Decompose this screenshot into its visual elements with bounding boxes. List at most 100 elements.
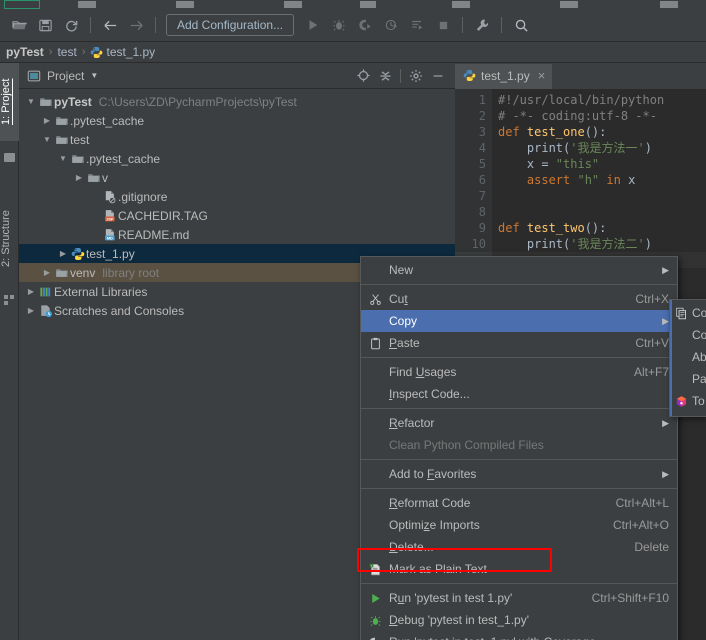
- tree-item-label: test: [70, 132, 90, 147]
- menubar-item-refactor[interactable]: [360, 1, 376, 8]
- tree-item-test[interactable]: ▼ test: [19, 130, 455, 149]
- menu-item-paste[interactable]: Paste Ctrl+V: [361, 332, 677, 354]
- code-line: #!/usr/local/bin/python: [498, 93, 665, 107]
- menu-item-label: Paste: [389, 336, 420, 350]
- menubar-item-file[interactable]: [4, 0, 40, 9]
- expand-arrow-right-icon[interactable]: ▶: [57, 244, 69, 263]
- sidebar-item-structure[interactable]: 2: Structure: [0, 193, 19, 285]
- menu-item-find-usages[interactable]: Find Usages Alt+F7: [361, 361, 677, 383]
- debug-icon[interactable]: [326, 12, 352, 38]
- cut-icon: [361, 288, 389, 310]
- breadcrumb-item-2[interactable]: test_1.py: [106, 45, 155, 59]
- menubar-item-help[interactable]: [660, 1, 678, 8]
- expand-arrow-right-icon[interactable]: ▶: [73, 168, 85, 187]
- submenu-label: Co: [692, 306, 706, 320]
- settings-wrench-icon[interactable]: [469, 12, 495, 38]
- add-configuration-button[interactable]: Add Configuration...: [166, 14, 295, 36]
- code-line: def test_one():: [498, 125, 607, 139]
- expand-arrow-right-icon[interactable]: ▶: [25, 301, 37, 320]
- submenu-arrow-icon: ▶: [662, 417, 669, 428]
- rerun-tests-icon[interactable]: [404, 12, 430, 38]
- menu-item-label: Delete...: [389, 540, 434, 554]
- menu-separator: [361, 488, 677, 489]
- tool-window-label-project: 1: Project: [0, 78, 12, 126]
- menu-item-inspect-code[interactable]: Inspect Code...: [361, 383, 677, 405]
- submenu-item-copy-path[interactable]: Co: [670, 324, 706, 346]
- menu-item-copy[interactable]: Copy ▶: [361, 310, 677, 332]
- submenu-item-absolute-path[interactable]: Ab: [670, 346, 706, 368]
- plain-text-icon: x: [361, 558, 389, 580]
- menu-item-label: Cut: [389, 292, 408, 306]
- menu-item-new[interactable]: New ▶: [361, 259, 677, 281]
- tree-item-cachedir-tag[interactable]: JSP CACHEDIR.TAG: [19, 206, 455, 225]
- submenu-item-path-from-root[interactable]: Pa: [670, 368, 706, 390]
- submenu-arrow-icon: ▶: [662, 264, 669, 275]
- expand-arrow-right-icon[interactable]: ▶: [41, 111, 53, 130]
- menu-item-optimize-imports[interactable]: Optimize Imports Ctrl+Alt+O: [361, 514, 677, 536]
- tree-item-readme-md[interactable]: MD README.md: [19, 225, 455, 244]
- line-number: 9: [478, 221, 486, 235]
- breadcrumb-item-0[interactable]: pyTest: [6, 45, 44, 59]
- run-icon[interactable]: [300, 12, 326, 38]
- run-with-coverage-icon[interactable]: [352, 12, 378, 38]
- expand-arrow-right-icon[interactable]: ▶: [25, 282, 37, 301]
- context-menu[interactable]: New ▶ Cut Ctrl+X Copy ▶ Paste Ctrl+V Find Usages…: [360, 256, 678, 640]
- project-window-icon: [27, 69, 41, 83]
- menubar-item-tools[interactable]: [560, 1, 578, 8]
- open-folder-icon[interactable]: [6, 12, 32, 38]
- tree-item--gitignore[interactable]: .gitignore: [19, 187, 455, 206]
- tree-item-label: External Libraries: [54, 284, 148, 299]
- menu-icon-placeholder: [361, 412, 389, 434]
- submenu-item-copy-reference[interactable]: Co: [670, 302, 706, 324]
- tree-item-v[interactable]: ▶ v: [19, 168, 455, 187]
- expand-arrow-right-icon[interactable]: ▶: [41, 263, 53, 282]
- main-menubar[interactable]: [0, 0, 706, 9]
- menu-item-run-pytest-in-test-1-py-with-coverage[interactable]: Run 'pytest in test_1.py' with Coverage: [361, 631, 677, 640]
- menu-item-run-pytest-in-test-1-py[interactable]: Run 'pytest in test 1.py' Ctrl+Shift+F10: [361, 587, 677, 609]
- reload-from-disk-icon[interactable]: [58, 12, 84, 38]
- close-icon[interactable]: ×: [538, 68, 546, 83]
- tree-item--pytest-cache[interactable]: ▼ .pytest_cache: [19, 149, 455, 168]
- menu-item-delete[interactable]: Delete... Delete: [361, 536, 677, 558]
- menu-item-mark-as-plain-text[interactable]: x Mark as Plain Text: [361, 558, 677, 580]
- collapse-all-icon[interactable]: [374, 65, 396, 87]
- tree-item--pytest-cache[interactable]: ▶ .pytest_cache: [19, 111, 455, 130]
- submenu-item-toolbox[interactable]: To: [670, 390, 706, 412]
- stop-icon[interactable]: [430, 12, 456, 38]
- sidebar-item-project[interactable]: 1: Project: [0, 63, 19, 141]
- menubar-item-run[interactable]: [452, 1, 470, 8]
- profile-icon[interactable]: [378, 12, 404, 38]
- copy-submenu[interactable]: Co Co Ab Pa To: [669, 299, 706, 417]
- menu-item-shortcut: Ctrl+Alt+L: [615, 496, 669, 510]
- expand-arrow-down-icon[interactable]: ▼: [41, 130, 53, 149]
- project-tool-glyph-icon: [4, 153, 15, 162]
- hide-panel-icon[interactable]: [427, 65, 449, 87]
- menu-item-shortcut: Ctrl+X: [635, 292, 669, 306]
- folder-icon: [85, 168, 102, 187]
- menu-item-add-to-favorites[interactable]: Add to Favorites ▶: [361, 463, 677, 485]
- tree-item-pytest[interactable]: ▼ pyTest C:\Users\ZD\PycharmProjects\pyTes…: [19, 92, 455, 111]
- back-icon[interactable]: [97, 12, 123, 38]
- chevron-down-icon[interactable]: ▼: [90, 71, 98, 80]
- expand-arrow-down-icon[interactable]: ▼: [57, 149, 69, 168]
- breadcrumb-item-1[interactable]: test: [57, 45, 76, 59]
- tab-test_1-py[interactable]: test_1.py ×: [455, 64, 553, 89]
- menubar-item-code[interactable]: [284, 1, 302, 8]
- save-all-icon[interactable]: [32, 12, 58, 38]
- menu-item-reformat-code[interactable]: Reformat Code Ctrl+Alt+L: [361, 492, 677, 514]
- menubar-item-view[interactable]: [176, 1, 194, 8]
- search-everywhere-icon[interactable]: [508, 12, 534, 38]
- tree-item-note: C:\Users\ZD\PycharmProjects\pyTest: [98, 94, 297, 109]
- line-number: 4: [478, 141, 486, 155]
- submenu-label: Ab: [692, 350, 706, 364]
- tree-item-label: .pytest_cache: [70, 113, 145, 128]
- menu-item-cut[interactable]: Cut Ctrl+X: [361, 288, 677, 310]
- forward-icon[interactable]: [123, 12, 149, 38]
- scroll-from-source-icon[interactable]: [352, 65, 374, 87]
- menubar-item-edit[interactable]: [78, 1, 96, 8]
- menu-item-refactor[interactable]: Refactor ▶: [361, 412, 677, 434]
- menu-item-debug-pytest-in-test-1-py[interactable]: Debug 'pytest in test_1.py': [361, 609, 677, 631]
- expand-arrow-down-icon[interactable]: ▼: [25, 92, 37, 111]
- project-panel-header: Project ▼: [19, 63, 455, 89]
- settings-gear-icon[interactable]: [405, 65, 427, 87]
